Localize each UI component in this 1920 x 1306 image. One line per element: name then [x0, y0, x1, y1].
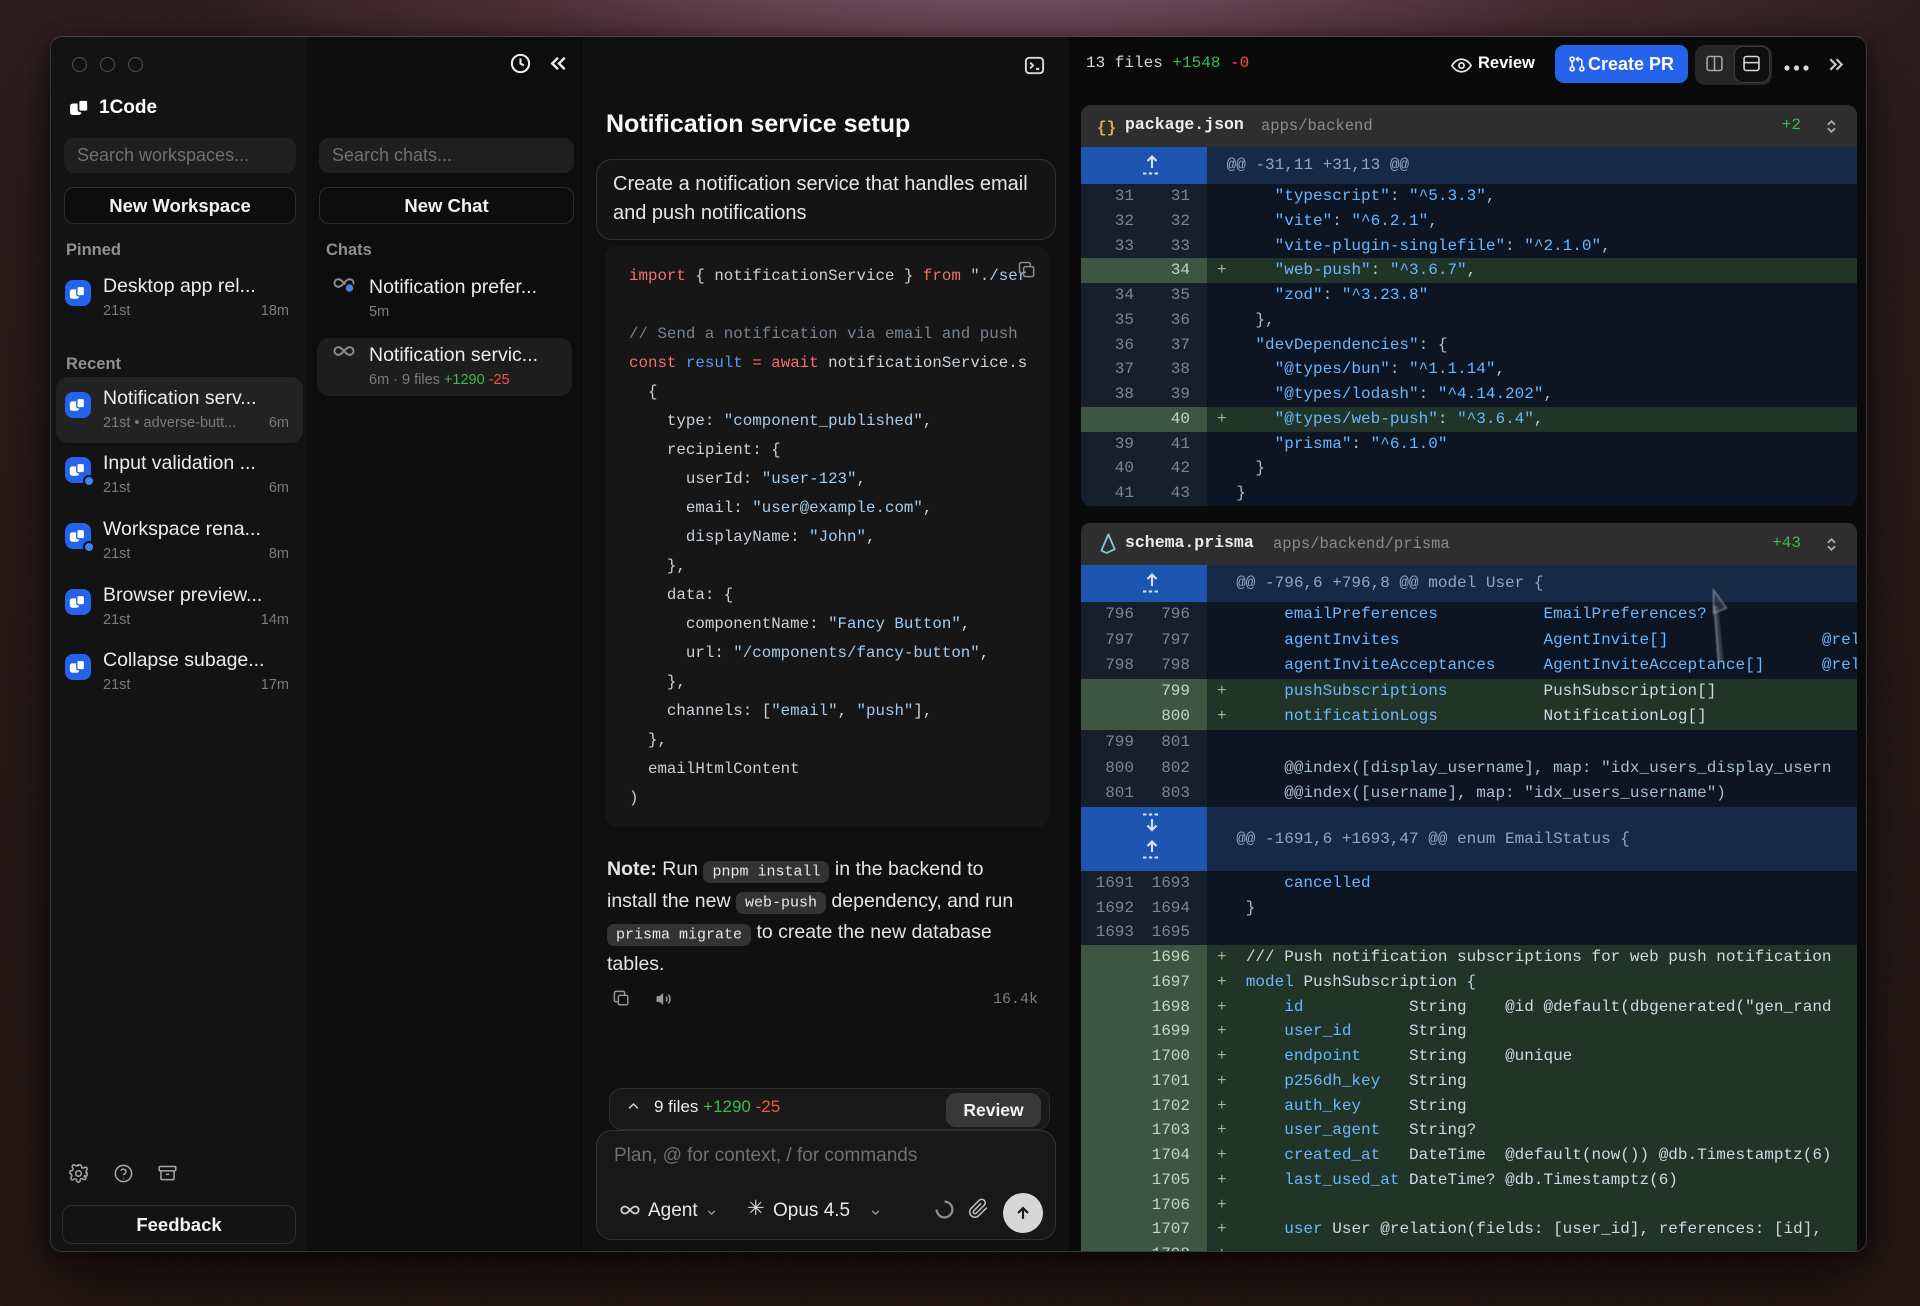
svg-text:{}: {}: [1097, 119, 1116, 137]
